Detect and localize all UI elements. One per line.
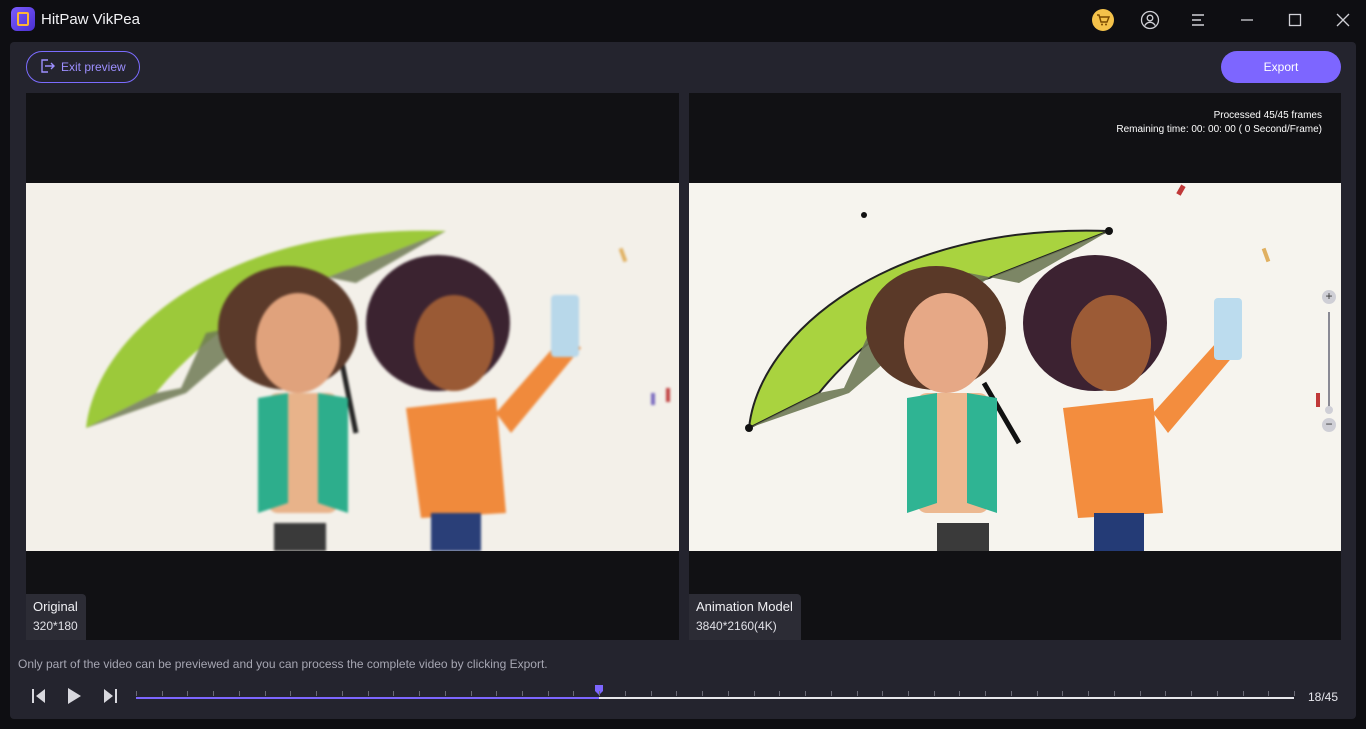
preview-panel: Exit preview Export Original 320*180 Pro…	[10, 42, 1356, 719]
timeline-tick	[573, 691, 574, 696]
original-title: Original	[33, 599, 78, 614]
timeline-tick	[857, 691, 858, 696]
output-resolution: 3840*2160(4K)	[696, 619, 777, 633]
remaining-time-text: Remaining time: 00: 00: 00 ( 0 Second/Fr…	[1116, 124, 1322, 135]
timeline-progress	[136, 697, 599, 699]
maximize-icon[interactable]	[1284, 9, 1306, 31]
minimize-icon[interactable]	[1236, 9, 1258, 31]
timeline-tick	[213, 691, 214, 696]
timeline-tick	[985, 691, 986, 696]
timeline-tick	[599, 691, 600, 696]
playback-controls: 18/45	[10, 678, 1356, 718]
timeline-tick	[1165, 691, 1166, 696]
zoom-out-button[interactable]: −	[1322, 418, 1336, 432]
zoom-slider-knob[interactable]	[1325, 406, 1333, 414]
timeline-tick	[831, 691, 832, 696]
timeline-tick	[959, 691, 960, 696]
timeline-tick	[162, 691, 163, 696]
export-button[interactable]: Export	[1221, 51, 1341, 83]
original-preview-pane: Original 320*180	[26, 93, 679, 640]
zoom-in-button[interactable]: +	[1322, 290, 1336, 304]
timeline-tick	[676, 691, 677, 696]
timeline-tick	[1268, 691, 1269, 696]
timeline-tick	[1114, 691, 1115, 696]
timeline-tick	[728, 691, 729, 696]
app-logo	[11, 7, 35, 31]
timeline-tick	[702, 691, 703, 696]
preview-notice: Only part of the video can be previewed …	[18, 657, 548, 671]
processing-info: Processed 45/45 frames Remaining time: 0…	[1116, 109, 1322, 137]
timeline-tick	[934, 691, 935, 696]
timeline-tick	[496, 691, 497, 696]
timeline-tick	[1037, 691, 1038, 696]
frame-timeline[interactable]	[136, 685, 1295, 700]
next-frame-button[interactable]	[99, 687, 121, 709]
play-icon	[65, 687, 83, 710]
timeline-tick	[651, 691, 652, 696]
exit-preview-button[interactable]: Exit preview	[26, 51, 140, 83]
timeline-tick	[882, 691, 883, 696]
timeline-tick	[445, 691, 446, 696]
timeline-tick	[1140, 691, 1141, 696]
timeline-tick	[1062, 691, 1063, 696]
original-resolution: 320*180	[33, 619, 78, 633]
enhanced-preview-pane: Processed 45/45 frames Remaining time: 0…	[689, 93, 1341, 640]
timeline-tick	[419, 691, 420, 696]
timeline-tick	[1294, 691, 1295, 696]
timeline-tick	[1088, 691, 1089, 696]
timeline-tick	[316, 691, 317, 696]
close-icon[interactable]	[1332, 9, 1354, 31]
timeline-tick	[1011, 691, 1012, 696]
next-frame-icon	[101, 688, 119, 709]
previous-frame-button[interactable]	[28, 687, 50, 709]
timeline-tick	[187, 691, 188, 696]
timeline-tick	[1191, 691, 1192, 696]
menu-icon[interactable]	[1187, 9, 1209, 31]
timeline-tick	[908, 691, 909, 696]
enhanced-info-label: Animation Model 3840*2160(4K)	[689, 594, 801, 640]
timeline-tick	[136, 691, 137, 696]
zoom-control: + −	[1321, 290, 1337, 440]
enhanced-video-frame	[689, 183, 1341, 551]
timeline-tick	[471, 691, 472, 696]
frame-counter: 18/45	[1308, 690, 1339, 704]
timeline-tick	[290, 691, 291, 696]
timeline-tick	[805, 691, 806, 696]
model-title: Animation Model	[696, 599, 793, 614]
timeline-tick	[239, 691, 240, 696]
timeline-tick	[779, 691, 780, 696]
original-video-frame	[26, 183, 679, 551]
processed-frames-text: Processed 45/45 frames	[1213, 110, 1322, 121]
user-icon[interactable]	[1139, 9, 1161, 31]
title-bar: HitPaw VikPea	[0, 0, 1366, 40]
timeline-tick	[625, 691, 626, 696]
previous-frame-icon	[30, 688, 48, 709]
cart-icon[interactable]	[1092, 9, 1114, 31]
timeline-tick	[368, 691, 369, 696]
app-title: HitPaw VikPea	[41, 11, 140, 28]
timeline-tick	[265, 691, 266, 696]
timeline-tick	[522, 691, 523, 696]
exit-preview-label: Exit preview	[61, 60, 126, 74]
timeline-tick	[1217, 691, 1218, 696]
zoom-slider-track[interactable]	[1328, 312, 1330, 408]
timeline-tick	[754, 691, 755, 696]
play-button[interactable]	[63, 687, 85, 709]
timeline-tick	[1243, 691, 1244, 696]
timeline-tick	[548, 691, 549, 696]
exit-icon	[40, 58, 55, 76]
timeline-tick	[342, 691, 343, 696]
timeline-tick	[393, 691, 394, 696]
original-info-label: Original 320*180	[26, 594, 86, 640]
